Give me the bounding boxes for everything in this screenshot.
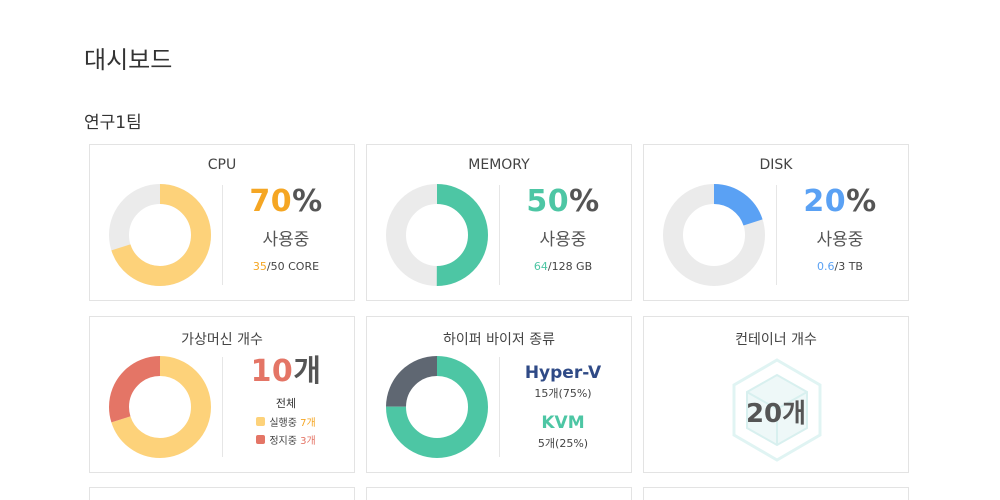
cpu-status: 사용중 xyxy=(262,230,310,250)
vm-stopped-label: 정지중 xyxy=(269,436,297,447)
memory-capacity: /128 GB xyxy=(547,260,593,273)
vm-stats: 10개 전체 실행중 7개 정지중 3개 xyxy=(230,355,342,448)
memory-percent-value: 50 xyxy=(526,184,570,219)
memory-percent: 50% xyxy=(507,185,619,219)
section-title: 연구1팀 xyxy=(84,113,142,133)
disk-capacity: /3 TB xyxy=(834,260,863,273)
hyperv-detail: 15개(75%) xyxy=(534,387,592,400)
hyperv-name: Hyper-V xyxy=(524,363,602,383)
disk-stats: 20% 사용중 0.6/3 TB xyxy=(784,185,896,274)
card-partial xyxy=(89,487,355,500)
memory-card: MEMORY 50% 사용중 64/128 GB xyxy=(366,144,632,301)
hypervisor-donut-chart xyxy=(386,356,488,458)
hypervisor-stats: Hyper-V 15개(75%) KVM 5개(25%) xyxy=(507,363,619,451)
disk-usage-detail: 0.6/3 TB xyxy=(784,260,896,273)
cpu-percent-value: 70 xyxy=(249,184,293,219)
card-partial xyxy=(643,487,909,500)
memory-status: 사용중 xyxy=(539,230,587,250)
vm-total-label: 전체 xyxy=(275,397,297,410)
cpu-percent: 70% xyxy=(230,185,342,219)
memory-stats: 50% 사용중 64/128 GB xyxy=(507,185,619,274)
memory-divider xyxy=(499,185,500,285)
hypervisor-divider xyxy=(499,357,500,457)
vm-stopped-count: 3개 xyxy=(300,436,316,447)
disk-used: 0.6 xyxy=(817,260,835,273)
vm-legend-running: 실행중 7개 xyxy=(230,414,342,429)
disk-percent: 20% xyxy=(784,185,896,219)
container-count: 20개 xyxy=(745,399,807,429)
kvm-name: KVM xyxy=(541,413,585,433)
vm-total-value: 10 xyxy=(250,354,294,389)
disk-donut-chart xyxy=(663,184,765,286)
running-legend-swatch xyxy=(256,417,266,426)
memory-usage-detail: 64/128 GB xyxy=(507,260,619,273)
vm-donut-chart xyxy=(109,356,211,458)
disk-card: DISK 20% 사용중 0.6/3 TB xyxy=(643,144,909,301)
cpu-usage-detail: 35/50 CORE xyxy=(230,260,342,273)
vm-total: 10개 xyxy=(230,355,342,389)
hypervisor-card: 하이퍼 바이저 종류 Hyper-V 15개(75%) KVM 5개(25%) xyxy=(366,316,632,473)
cpu-percent-sign: % xyxy=(292,184,323,219)
vm-legend-stopped: 정지중 3개 xyxy=(230,432,342,447)
cpu-capacity: /50 CORE xyxy=(266,260,320,273)
cpu-card-title: CPU xyxy=(207,157,237,173)
stopped-legend-swatch xyxy=(256,435,266,444)
cpu-stats: 70% 사용중 35/50 CORE xyxy=(230,185,342,274)
disk-divider xyxy=(776,185,777,285)
disk-percent-value: 20 xyxy=(803,184,847,219)
memory-percent-sign: % xyxy=(569,184,600,219)
cpu-card: CPU 70% 사용중 35/50 CORE xyxy=(89,144,355,301)
disk-status: 사용중 xyxy=(816,230,864,250)
dashboard-page: 대시보드 연구1팀 CPU 70% 사용중 35/50 CORE MEMORY … xyxy=(0,0,1000,500)
vm-running-label: 실행중 xyxy=(269,418,297,429)
memory-used: 64 xyxy=(533,260,548,273)
memory-donut-chart xyxy=(386,184,488,286)
disk-card-title: DISK xyxy=(759,157,793,173)
container-count-card: 컨테이너 개수 20개 xyxy=(643,316,909,473)
disk-percent-sign: % xyxy=(846,184,877,219)
page-title: 대시보드 xyxy=(84,46,173,74)
cpu-used: 35 xyxy=(252,260,267,273)
container-card-title: 컨테이너 개수 xyxy=(735,332,817,348)
cpu-divider xyxy=(222,185,223,285)
vm-divider xyxy=(222,357,223,457)
kvm-detail: 5개(25%) xyxy=(537,437,589,450)
vm-card-title: 가상머신 개수 xyxy=(181,332,263,348)
vm-total-unit: 개 xyxy=(293,354,322,389)
hypervisor-card-title: 하이퍼 바이저 종류 xyxy=(443,332,555,348)
memory-card-title: MEMORY xyxy=(468,157,530,173)
card-partial xyxy=(366,487,632,500)
vm-running-count: 7개 xyxy=(300,418,316,429)
vm-count-card: 가상머신 개수 10개 전체 실행중 7개 정지중 3개 xyxy=(89,316,355,473)
cpu-donut-chart xyxy=(109,184,211,286)
